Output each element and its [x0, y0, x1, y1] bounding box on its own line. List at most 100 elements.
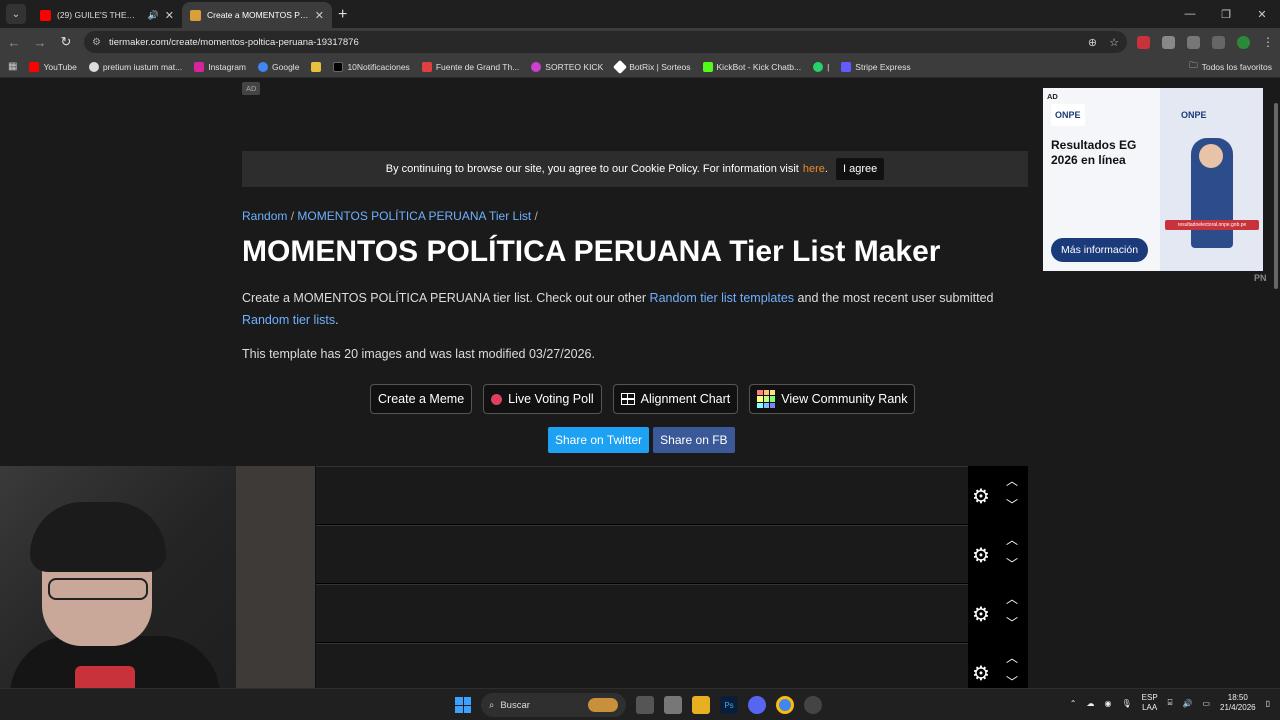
notifications-icon[interactable]: ▯ — [1266, 699, 1270, 708]
rank-cell — [769, 396, 776, 402]
chevron-down-icon[interactable]: ﹀ — [1006, 673, 1018, 688]
kickbot-icon — [702, 61, 713, 72]
bookmark-label: Fuente de Grand Th... — [435, 61, 520, 72]
address-bar[interactable]: ⚙ tiermaker.com/create/momentos-poltica-… — [84, 31, 1127, 53]
bookmark-google[interactable]: Google — [258, 61, 299, 72]
bookmark-instagram[interactable]: Instagram — [194, 61, 246, 72]
live-voting-poll-button[interactable]: Live Voting Poll — [483, 384, 602, 414]
tab-search-button[interactable]: ⌄ — [6, 4, 26, 24]
bookmark-gta[interactable]: Fuente de Grand Th... — [421, 61, 520, 72]
discord-icon[interactable] — [748, 696, 766, 714]
bookmark-stripe[interactable]: Stripe Express — [841, 61, 911, 72]
tab-tiermaker[interactable]: Create a MOMENTOS POLÍTICA PERUANA Tier … — [182, 2, 332, 28]
clock[interactable]: 18:50 21/4/2026 — [1220, 693, 1256, 713]
view-community-rank-button[interactable]: View Community Rank — [749, 384, 916, 414]
extension-card-icon[interactable] — [1162, 35, 1175, 49]
bookmark-youtube[interactable]: YouTube — [29, 61, 77, 72]
bookmark-botrix[interactable]: BotRix | Sorteos — [613, 59, 691, 74]
chevron-down-icon[interactable]: ﹀ — [1006, 496, 1018, 513]
network-icon[interactable]: ⌸ — [1168, 698, 1173, 708]
bookmark-pinwheel[interactable] — [311, 61, 322, 72]
onpe-ad[interactable]: AD ▷ ⋮ ONPE Resultados EG 2026 en línea … — [1043, 88, 1263, 271]
app-icon-2[interactable] — [804, 696, 822, 714]
chevron-down-icon[interactable]: ﹀ — [1006, 614, 1018, 631]
random-tier-lists-link[interactable]: Random tier lists — [242, 313, 335, 327]
share-twitter-button[interactable]: Share on Twitter — [548, 427, 650, 453]
reading-list-icon[interactable] — [1212, 35, 1225, 49]
battery-icon[interactable]: ▭ — [1202, 699, 1210, 708]
tray-chevron-icon[interactable]: ⌃ — [1070, 699, 1077, 708]
tier-drop-zone[interactable] — [316, 643, 968, 688]
gear-icon[interactable]: ⚙ — [972, 543, 990, 568]
microphone-icon[interactable]: 🎙 — [1121, 699, 1131, 708]
scrollbar-thumb[interactable] — [1274, 103, 1278, 289]
chevron-up-icon[interactable]: ︿ — [1006, 649, 1018, 666]
tray-app-icon[interactable]: ☁ — [1087, 699, 1095, 708]
windows-start-icon[interactable] — [455, 697, 471, 713]
task-view-icon[interactable] — [636, 696, 654, 714]
app-icon[interactable] — [664, 696, 682, 714]
breadcrumb-random[interactable]: Random — [242, 209, 287, 223]
cookie-agree-button[interactable]: I agree — [835, 158, 885, 180]
window-controls: — ❐ ✕ — [1172, 0, 1280, 28]
tray-app-icon-2[interactable]: ◉ — [1105, 699, 1112, 708]
speaker-icon[interactable]: 🔊 — [148, 10, 159, 21]
chevron-up-icon[interactable]: ︿ — [1006, 472, 1018, 489]
bookmark-whatsapp[interactable]: | — [813, 61, 829, 72]
taskbar-search[interactable]: ⌕ Buscar — [481, 693, 626, 717]
tier-drop-zone[interactable] — [316, 525, 968, 583]
forward-icon[interactable]: → — [32, 35, 48, 50]
volume-icon[interactable]: 🔊 — [1182, 699, 1192, 708]
all-bookmarks[interactable]: 🗀 Todos los favoritos — [1189, 60, 1272, 74]
create-meme-button[interactable]: Create a Meme — [370, 384, 473, 414]
language-indicator[interactable]: ESP LAA — [1142, 693, 1158, 713]
random-templates-link[interactable]: Random tier list templates — [650, 291, 795, 305]
menu-dots-icon[interactable]: ⋮ — [1262, 35, 1274, 49]
chevron-up-icon[interactable]: ︿ — [1006, 590, 1018, 607]
bookmark-pretium[interactable]: pretium iustum mat... — [88, 61, 182, 72]
chrome-icon[interactable] — [776, 696, 794, 714]
site-info-icon[interactable]: ⚙ — [92, 37, 101, 48]
tab-youtube[interactable]: (29) GUILE'S THEME - YouTube 🔊 ✕ — [32, 2, 182, 28]
profile-avatar-icon[interactable] — [1237, 35, 1250, 49]
photoshop-icon[interactable]: Ps — [720, 696, 738, 714]
tab-title: Create a MOMENTOS POLÍTICA PERUANA Tier … — [207, 10, 309, 20]
bookmark-kickbot[interactable]: KickBot - Kick Chatb... — [702, 61, 801, 72]
gear-icon[interactable]: ⚙ — [972, 661, 990, 686]
new-tab-button[interactable]: + — [338, 6, 347, 24]
bookmark-label: 10Notificaciones — [347, 61, 410, 72]
ad-cta-button[interactable]: Más información — [1051, 238, 1149, 262]
all-bookmarks-label: Todos los favoritos — [1201, 61, 1272, 72]
extension-red-icon[interactable] — [1137, 35, 1150, 49]
chevron-up-icon[interactable]: ︿ — [1006, 531, 1018, 548]
chevron-down-icon[interactable]: ﹀ — [1006, 555, 1018, 572]
cookie-policy-link[interactable]: here — [803, 163, 825, 175]
webcam-person-hair — [30, 502, 166, 572]
minimize-icon[interactable]: — — [1172, 8, 1208, 20]
gear-icon[interactable]: ⚙ — [972, 484, 990, 509]
page-scrollbar[interactable] — [1272, 79, 1280, 688]
alignment-chart-button[interactable]: Alignment Chart — [612, 384, 739, 414]
description-text: and the most recent user submitted — [794, 291, 994, 305]
tier-drop-zone[interactable] — [316, 466, 968, 524]
tier-drop-zone[interactable] — [316, 584, 968, 642]
zoom-icon[interactable]: ⊕ — [1088, 36, 1097, 49]
close-window-icon[interactable]: ✕ — [1244, 8, 1280, 21]
back-icon[interactable]: ← — [6, 35, 22, 50]
breadcrumb-tier-list[interactable]: MOMENTOS POLÍTICA PERUANA Tier List — [297, 209, 531, 223]
bookmark-sorteo-kick[interactable]: SORTEO KICK — [531, 61, 603, 72]
apps-grid-icon[interactable]: ▦ — [8, 61, 17, 72]
extensions-puzzle-icon[interactable] — [1187, 35, 1200, 49]
reload-icon[interactable]: ↻ — [58, 34, 74, 50]
restore-icon[interactable]: ❐ — [1208, 8, 1244, 21]
close-tab-icon[interactable]: ✕ — [165, 9, 174, 22]
bookmark-x-notifications[interactable]: 10Notificaciones — [333, 61, 410, 72]
bookmark-star-icon[interactable]: ☆ — [1109, 36, 1119, 49]
browser-toolbar: ← → ↻ ⚙ tiermaker.com/create/momentos-po… — [0, 28, 1280, 56]
file-explorer-icon[interactable] — [692, 696, 710, 714]
search-placeholder: Buscar — [500, 699, 530, 711]
share-fb-button[interactable]: Share on FB — [653, 427, 735, 453]
gear-icon[interactable]: ⚙ — [972, 602, 990, 627]
close-tab-icon[interactable]: ✕ — [315, 9, 324, 22]
rank-cell — [769, 402, 776, 408]
